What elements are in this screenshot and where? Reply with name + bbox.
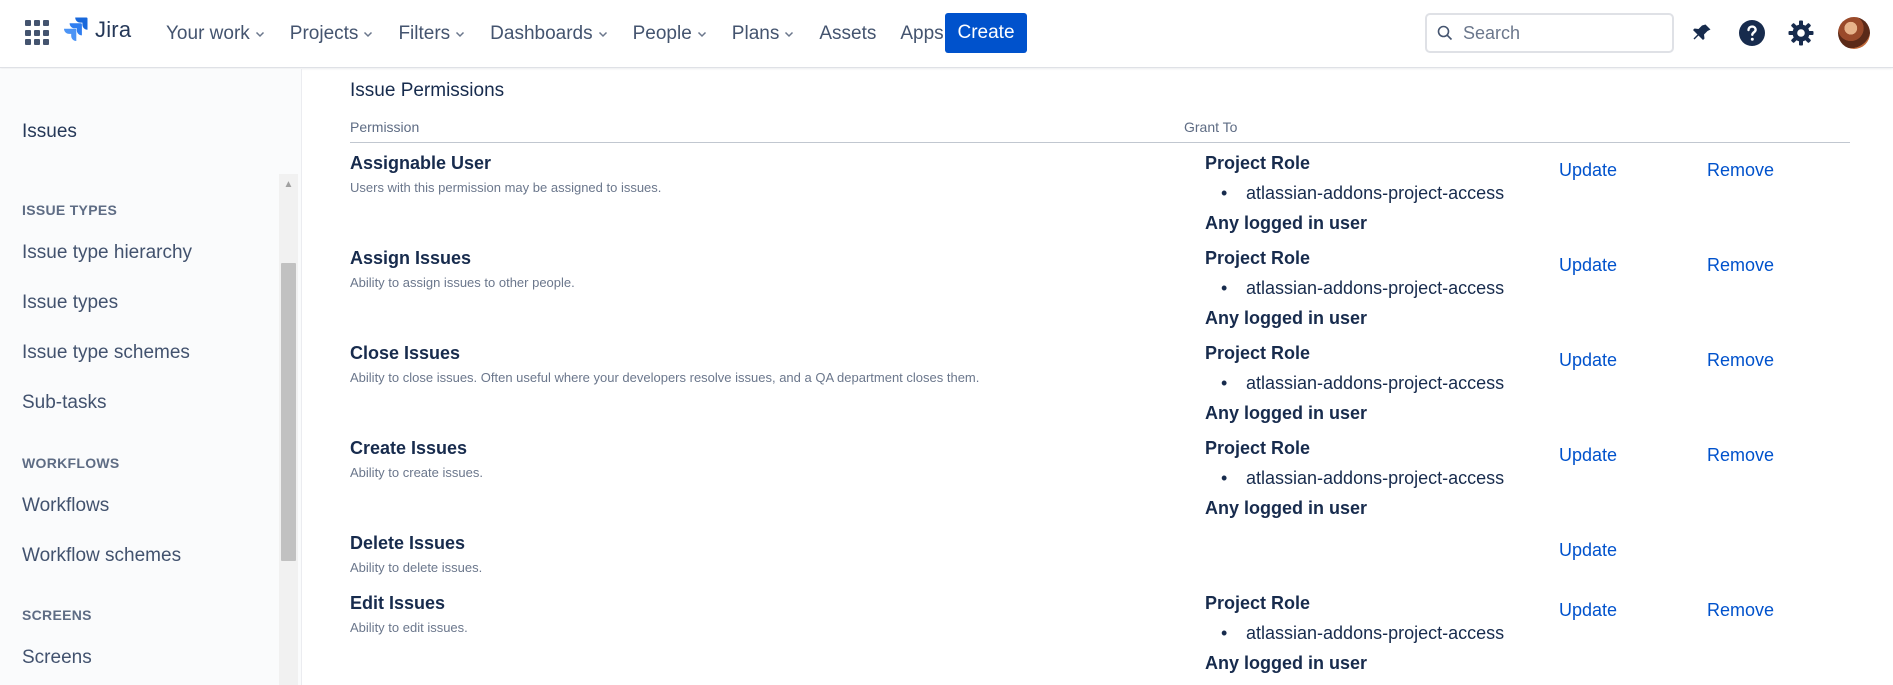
sidebar-item-sub-tasks[interactable]: Sub-tasks xyxy=(22,392,106,414)
grant-role-item: atlassian-addons-project-access xyxy=(1221,278,1504,299)
search-icon xyxy=(1437,25,1453,41)
user-avatar[interactable] xyxy=(1838,17,1870,49)
sidebar-section-workflows: WORKFLOWS xyxy=(22,455,120,471)
grant-any-logged-in: Any logged in user xyxy=(1205,498,1368,518)
chevron-down-icon xyxy=(697,31,706,38)
update-link[interactable]: Update xyxy=(1559,600,1617,621)
logo-text: Jira xyxy=(95,17,132,42)
grant-role-item: atlassian-addons-project-access xyxy=(1221,183,1504,204)
sidebar-item-workflow-schemes[interactable]: Workflow schemes xyxy=(22,545,181,567)
permission-name: Close Issues xyxy=(350,343,461,363)
section-title: Issue Permissions xyxy=(350,80,505,101)
grant-any-logged-in: Any logged in user xyxy=(1205,653,1368,673)
scrollbar-thumb[interactable] xyxy=(281,263,296,561)
chevron-down-icon xyxy=(456,31,465,38)
permission-name: Assignable User xyxy=(350,153,492,173)
remove-link[interactable]: Remove xyxy=(1707,160,1774,181)
nav-your-work[interactable]: Your work xyxy=(154,14,278,54)
nav-label: People xyxy=(632,23,692,44)
remove-link[interactable]: Remove xyxy=(1707,350,1774,371)
jira-logo-icon xyxy=(64,17,88,41)
nav-label: Plans xyxy=(731,23,780,44)
nav-dashboards[interactable]: Dashboards xyxy=(478,14,620,54)
nav-label: Your work xyxy=(166,23,250,44)
search-input[interactable] xyxy=(1463,22,1653,44)
settings-icon[interactable] xyxy=(1786,18,1816,48)
primary-nav: Your work Projects Filters Dashboards Pe… xyxy=(154,0,972,68)
scroll-up-arrow-icon[interactable]: ▲ xyxy=(279,178,298,192)
column-header-grant-to: Grant To xyxy=(1184,119,1238,135)
nav-assets[interactable]: Assets xyxy=(807,14,888,54)
main-content: Issue Permissions Permission Grant To As… xyxy=(303,69,1893,685)
update-link[interactable]: Update xyxy=(1559,445,1617,466)
sidebar-item-issue-types[interactable]: Issue types xyxy=(22,292,118,314)
update-link[interactable]: Update xyxy=(1559,255,1617,276)
nav-label: Assets xyxy=(819,23,877,44)
permission-description: Ability to assign issues to other people… xyxy=(350,275,575,290)
permission-name: Delete Issues xyxy=(350,533,466,553)
chevron-down-icon xyxy=(364,31,373,38)
nav-label: Filters xyxy=(398,23,451,44)
nav-filters[interactable]: Filters xyxy=(386,14,478,54)
search-box[interactable] xyxy=(1425,13,1674,53)
permission-description: Ability to edit issues. xyxy=(350,620,468,635)
nav-label: Dashboards xyxy=(490,23,593,44)
update-link[interactable]: Update xyxy=(1559,540,1617,561)
grant-project-role: Project Role xyxy=(1205,593,1311,613)
permission-name: Assign Issues xyxy=(350,248,472,268)
nav-label: Projects xyxy=(289,23,359,44)
nav-people[interactable]: People xyxy=(621,14,720,54)
permission-name: Create Issues xyxy=(350,438,468,458)
update-link[interactable]: Update xyxy=(1559,350,1617,371)
chevron-down-icon xyxy=(785,31,794,38)
remove-link[interactable]: Remove xyxy=(1707,255,1774,276)
app-switcher-icon[interactable] xyxy=(25,20,51,46)
sidebar-item-workflows[interactable]: Workflows xyxy=(22,495,109,517)
sidebar-section-issue-types: ISSUE TYPES xyxy=(22,202,118,218)
grant-project-role: Project Role xyxy=(1205,153,1311,173)
sidebar: Issues ISSUE TYPES Issue type hierarchy … xyxy=(0,69,302,685)
create-button[interactable]: Create xyxy=(945,13,1027,53)
permission-description: Ability to create issues. xyxy=(350,465,483,480)
header-divider xyxy=(350,142,1850,143)
grant-project-role: Project Role xyxy=(1205,248,1311,268)
help-icon[interactable] xyxy=(1737,18,1767,48)
permission-description: Ability to delete issues. xyxy=(350,560,483,575)
permission-description: Ability to close issues. Often useful wh… xyxy=(350,370,980,385)
update-link[interactable]: Update xyxy=(1559,160,1617,181)
sidebar-heading: Issues xyxy=(22,121,77,142)
permission-name: Edit Issues xyxy=(350,593,446,613)
chevron-down-icon xyxy=(598,31,607,38)
sidebar-item-issue-type-schemes[interactable]: Issue type schemes xyxy=(22,342,190,364)
sidebar-item-screens[interactable]: Screens xyxy=(22,647,92,669)
nav-plans[interactable]: Plans xyxy=(720,14,808,54)
sidebar-section-screens: SCREENS xyxy=(22,607,92,623)
grant-project-role: Project Role xyxy=(1205,438,1311,458)
column-header-permission: Permission xyxy=(350,119,420,135)
grant-role-item: atlassian-addons-project-access xyxy=(1221,373,1504,394)
grant-any-logged-in: Any logged in user xyxy=(1205,403,1368,423)
permission-description: Users with this permission may be assign… xyxy=(350,180,662,195)
grant-any-logged-in: Any logged in user xyxy=(1205,213,1368,233)
remove-link[interactable]: Remove xyxy=(1707,445,1774,466)
grant-any-logged-in: Any logged in user xyxy=(1205,308,1368,328)
notifications-icon[interactable] xyxy=(1687,18,1717,48)
grant-project-role: Project Role xyxy=(1205,343,1311,363)
top-navigation: Jira Your work Projects Filters Dashboar… xyxy=(0,0,1893,68)
nav-label: Apps xyxy=(900,23,944,44)
grant-role-item: atlassian-addons-project-access xyxy=(1221,468,1504,489)
jira-logo[interactable]: Jira xyxy=(64,17,131,43)
sidebar-item-issue-type-hierarchy[interactable]: Issue type hierarchy xyxy=(22,242,192,264)
remove-link[interactable]: Remove xyxy=(1707,600,1774,621)
chevron-down-icon xyxy=(255,31,264,38)
nav-projects[interactable]: Projects xyxy=(278,14,387,54)
grant-role-item: atlassian-addons-project-access xyxy=(1221,623,1504,644)
sidebar-scrollbar[interactable]: ▲ xyxy=(279,174,298,685)
